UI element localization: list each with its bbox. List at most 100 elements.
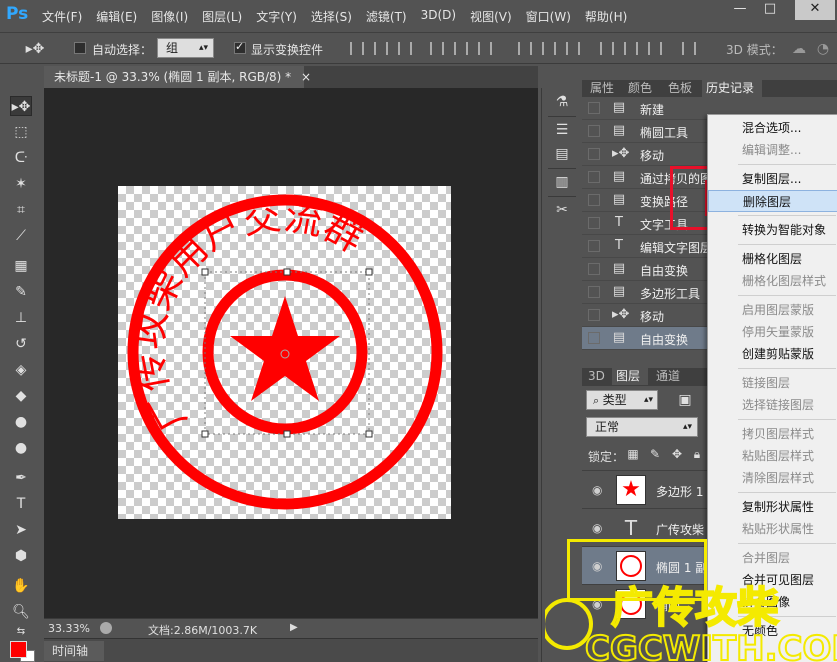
history-snapshot-checkbox[interactable]	[588, 217, 600, 229]
path-selection-tool-icon[interactable]: ➤	[10, 520, 32, 540]
transform-handle[interactable]	[365, 268, 373, 276]
align-middle-icon[interactable]	[454, 42, 468, 55]
tab-3d[interactable]: 3D	[584, 368, 608, 385]
context-menu-item[interactable]: 混合选项...	[708, 117, 837, 139]
align-top-icon[interactable]	[430, 42, 444, 55]
history-panel-icon[interactable]: ⚗	[551, 94, 573, 114]
3d-roll-icon[interactable]: ◔	[812, 39, 834, 59]
menu-item[interactable]: 窗口(W)	[526, 8, 571, 25]
stamp-artwork[interactable]: 广传攻柴用户交流群	[118, 186, 451, 519]
menu-item[interactable]: 滤镜(T)	[366, 8, 407, 25]
transform-handle[interactable]	[201, 268, 209, 276]
align-bottom-icon[interactable]	[478, 42, 492, 55]
align-left-icon[interactable]	[350, 42, 364, 55]
brush-tool-icon[interactable]: ✎	[10, 282, 32, 302]
history-snapshot-checkbox[interactable]	[588, 171, 600, 183]
context-menu-item[interactable]: 删除图层	[708, 190, 837, 212]
clone-stamp-tool-icon[interactable]: ⊥	[10, 308, 32, 328]
menu-item[interactable]: 视图(V)	[470, 8, 512, 25]
lock-image-icon[interactable]: ✎	[644, 444, 666, 464]
context-menu-item[interactable]: 复制形状属性	[708, 496, 837, 518]
history-snapshot-checkbox[interactable]	[588, 102, 600, 114]
maximize-button[interactable]: □	[756, 0, 784, 20]
history-snapshot-checkbox[interactable]	[588, 309, 600, 321]
menu-item[interactable]: 3D(D)	[421, 8, 456, 25]
crop-tool-icon[interactable]: ⌗	[10, 200, 32, 220]
distribute-bottom-icon[interactable]	[566, 42, 580, 55]
tab-properties[interactable]: 属性	[586, 80, 626, 97]
eraser-tool-icon[interactable]: ◈	[10, 360, 32, 380]
tab-swatches[interactable]: 色板	[664, 80, 704, 97]
tool-presets-icon[interactable]: ✂	[551, 202, 573, 222]
close-tab-icon[interactable]: ×	[301, 70, 311, 84]
zoom-navigator-icon[interactable]	[100, 622, 112, 634]
eye-icon[interactable]: ◉	[592, 483, 602, 497]
move-tool-preset-icon[interactable]: ▸✥	[24, 39, 46, 59]
document-canvas-area[interactable]: 广传攻柴用户交流群	[44, 88, 538, 618]
healing-brush-tool-icon[interactable]: ▦	[10, 256, 32, 276]
type-tool-icon[interactable]: T	[10, 494, 32, 514]
history-brush-tool-icon[interactable]: ↺	[10, 334, 32, 354]
transform-handle[interactable]	[283, 268, 291, 276]
marquee-tool-icon[interactable]: ⬚	[10, 122, 32, 142]
eyedropper-tool-icon[interactable]: ⟋	[10, 226, 32, 246]
menu-item[interactable]: 选择(S)	[311, 8, 352, 25]
close-button[interactable]: ✕	[795, 0, 835, 20]
transform-handle[interactable]	[365, 430, 373, 438]
auto-select-checkbox[interactable]	[74, 42, 86, 54]
hand-tool-icon[interactable]: ✋	[10, 576, 32, 596]
lock-position-icon[interactable]: ✥	[666, 444, 688, 464]
history-snapshot-checkbox[interactable]	[588, 148, 600, 160]
context-menu-item[interactable]: 转换为智能对象	[708, 219, 837, 241]
history-snapshot-checkbox[interactable]	[588, 240, 600, 252]
lasso-tool-icon[interactable]: ᑢ	[10, 148, 32, 168]
menu-item[interactable]: 编辑(E)	[96, 8, 137, 25]
tab-history[interactable]: 历史记录	[702, 80, 762, 97]
magic-wand-tool-icon[interactable]: ✶	[10, 174, 32, 194]
lock-all-icon[interactable]: 🔒︎	[686, 444, 708, 464]
filter-image-icon[interactable]: ▣	[674, 390, 696, 410]
context-menu-item[interactable]: 复制图层...	[708, 168, 837, 190]
show-transform-checkbox[interactable]: ✓	[234, 40, 246, 54]
align-right-icon[interactable]	[398, 42, 412, 55]
context-menu-item[interactable]: 创建剪贴蒙版	[708, 343, 837, 365]
menu-item[interactable]: 文件(F)	[42, 8, 82, 25]
history-snapshot-checkbox[interactable]	[588, 125, 600, 137]
distribute-top-icon[interactable]	[518, 42, 532, 55]
transform-handle[interactable]	[283, 430, 291, 438]
paint-bucket-tool-icon[interactable]: ◆	[10, 386, 32, 406]
move-tool-icon[interactable]: ▸✥	[10, 96, 32, 116]
minimize-button[interactable]: —	[726, 0, 754, 20]
timeline-tab[interactable]: 时间轴	[44, 641, 104, 661]
layer-filter-dropdown[interactable]: ⌕ 类型 ▴▾	[586, 390, 658, 410]
zoom-level[interactable]: 33.33%	[48, 622, 90, 635]
canvas[interactable]: 广传攻柴用户交流群	[118, 186, 451, 519]
auto-align-icon[interactable]	[682, 42, 696, 55]
align-center-icon[interactable]	[374, 42, 388, 55]
transform-handle[interactable]	[201, 430, 209, 438]
zoom-tool-icon[interactable]: 🔍︎	[10, 602, 32, 622]
context-menu-item[interactable]: 栅格化图层	[708, 248, 837, 270]
info-panel-icon[interactable]: ▥	[551, 174, 573, 194]
tab-layers[interactable]: 图层	[612, 368, 648, 385]
shape-tool-icon[interactable]: ⬢	[10, 546, 32, 566]
3d-rotate-icon[interactable]: ☁	[788, 39, 810, 59]
tab-color[interactable]: 颜色	[624, 80, 664, 97]
menu-item[interactable]: 图层(L)	[202, 8, 242, 25]
lock-transparent-icon[interactable]: ▦	[622, 444, 644, 464]
eye-icon[interactable]: ◉	[592, 521, 602, 535]
blend-mode-dropdown[interactable]: 正常 ▴▾	[586, 417, 698, 437]
distribute-middle-icon[interactable]	[542, 42, 556, 55]
tab-channels[interactable]: 通道	[652, 368, 692, 385]
history-snapshot-checkbox[interactable]	[588, 263, 600, 275]
foreground-color-swatch[interactable]	[10, 641, 27, 658]
distribute-left-icon[interactable]	[600, 42, 614, 55]
pen-tool-icon[interactable]: ✒	[10, 468, 32, 488]
dodge-tool-icon[interactable]: ●	[10, 438, 32, 458]
blur-tool-icon[interactable]: ●	[10, 412, 32, 432]
history-snapshot-checkbox[interactable]	[588, 286, 600, 298]
menu-item[interactable]: 帮助(H)	[585, 8, 627, 25]
menu-item[interactable]: 图像(I)	[151, 8, 188, 25]
history-snapshot-checkbox[interactable]	[588, 332, 600, 344]
status-menu-arrow-icon[interactable]: ▶	[290, 622, 298, 633]
